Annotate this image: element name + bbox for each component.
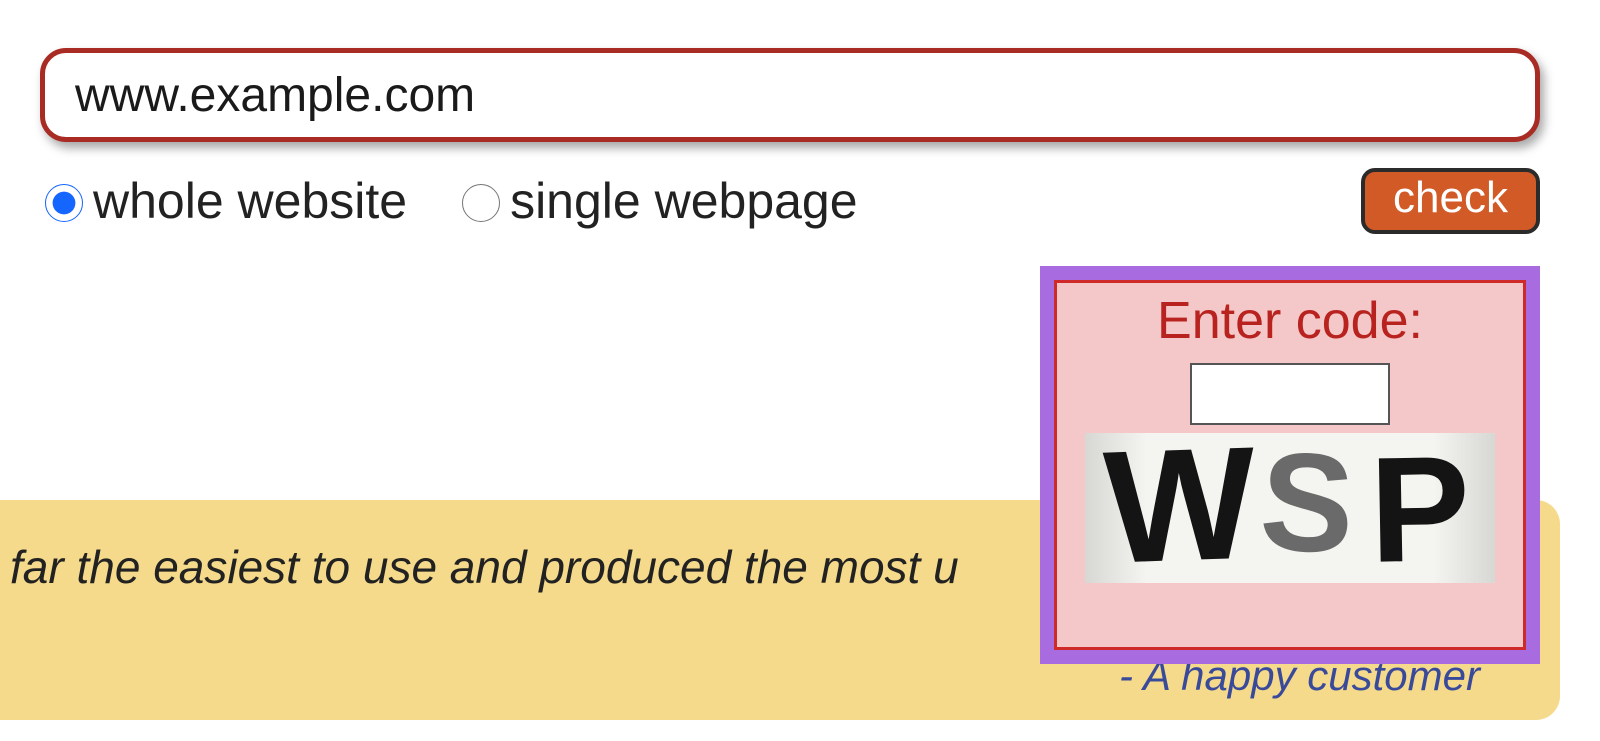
captcha-panel: Enter code: W S P bbox=[1054, 280, 1526, 650]
scope-whole-radio[interactable] bbox=[45, 184, 83, 222]
scope-single-label: single webpage bbox=[510, 172, 858, 230]
scope-row: whole website single webpage check bbox=[40, 168, 1540, 234]
captcha-input[interactable] bbox=[1190, 363, 1390, 425]
svg-text:S: S bbox=[1257, 433, 1358, 583]
scope-whole-option[interactable]: whole website bbox=[40, 172, 407, 230]
url-row bbox=[40, 48, 1540, 142]
scope-single-radio[interactable] bbox=[462, 184, 500, 222]
scope-whole-label: whole website bbox=[93, 172, 407, 230]
url-input[interactable] bbox=[40, 48, 1540, 142]
svg-text:W: W bbox=[1101, 433, 1258, 583]
scope-single-option[interactable]: single webpage bbox=[457, 172, 858, 230]
captcha-popup: Enter code: W S P bbox=[1040, 266, 1540, 664]
check-button[interactable]: check bbox=[1361, 168, 1540, 234]
svg-text:P: P bbox=[1368, 433, 1471, 583]
captcha-image: W S P bbox=[1085, 433, 1495, 583]
captcha-title: Enter code: bbox=[1157, 291, 1423, 351]
